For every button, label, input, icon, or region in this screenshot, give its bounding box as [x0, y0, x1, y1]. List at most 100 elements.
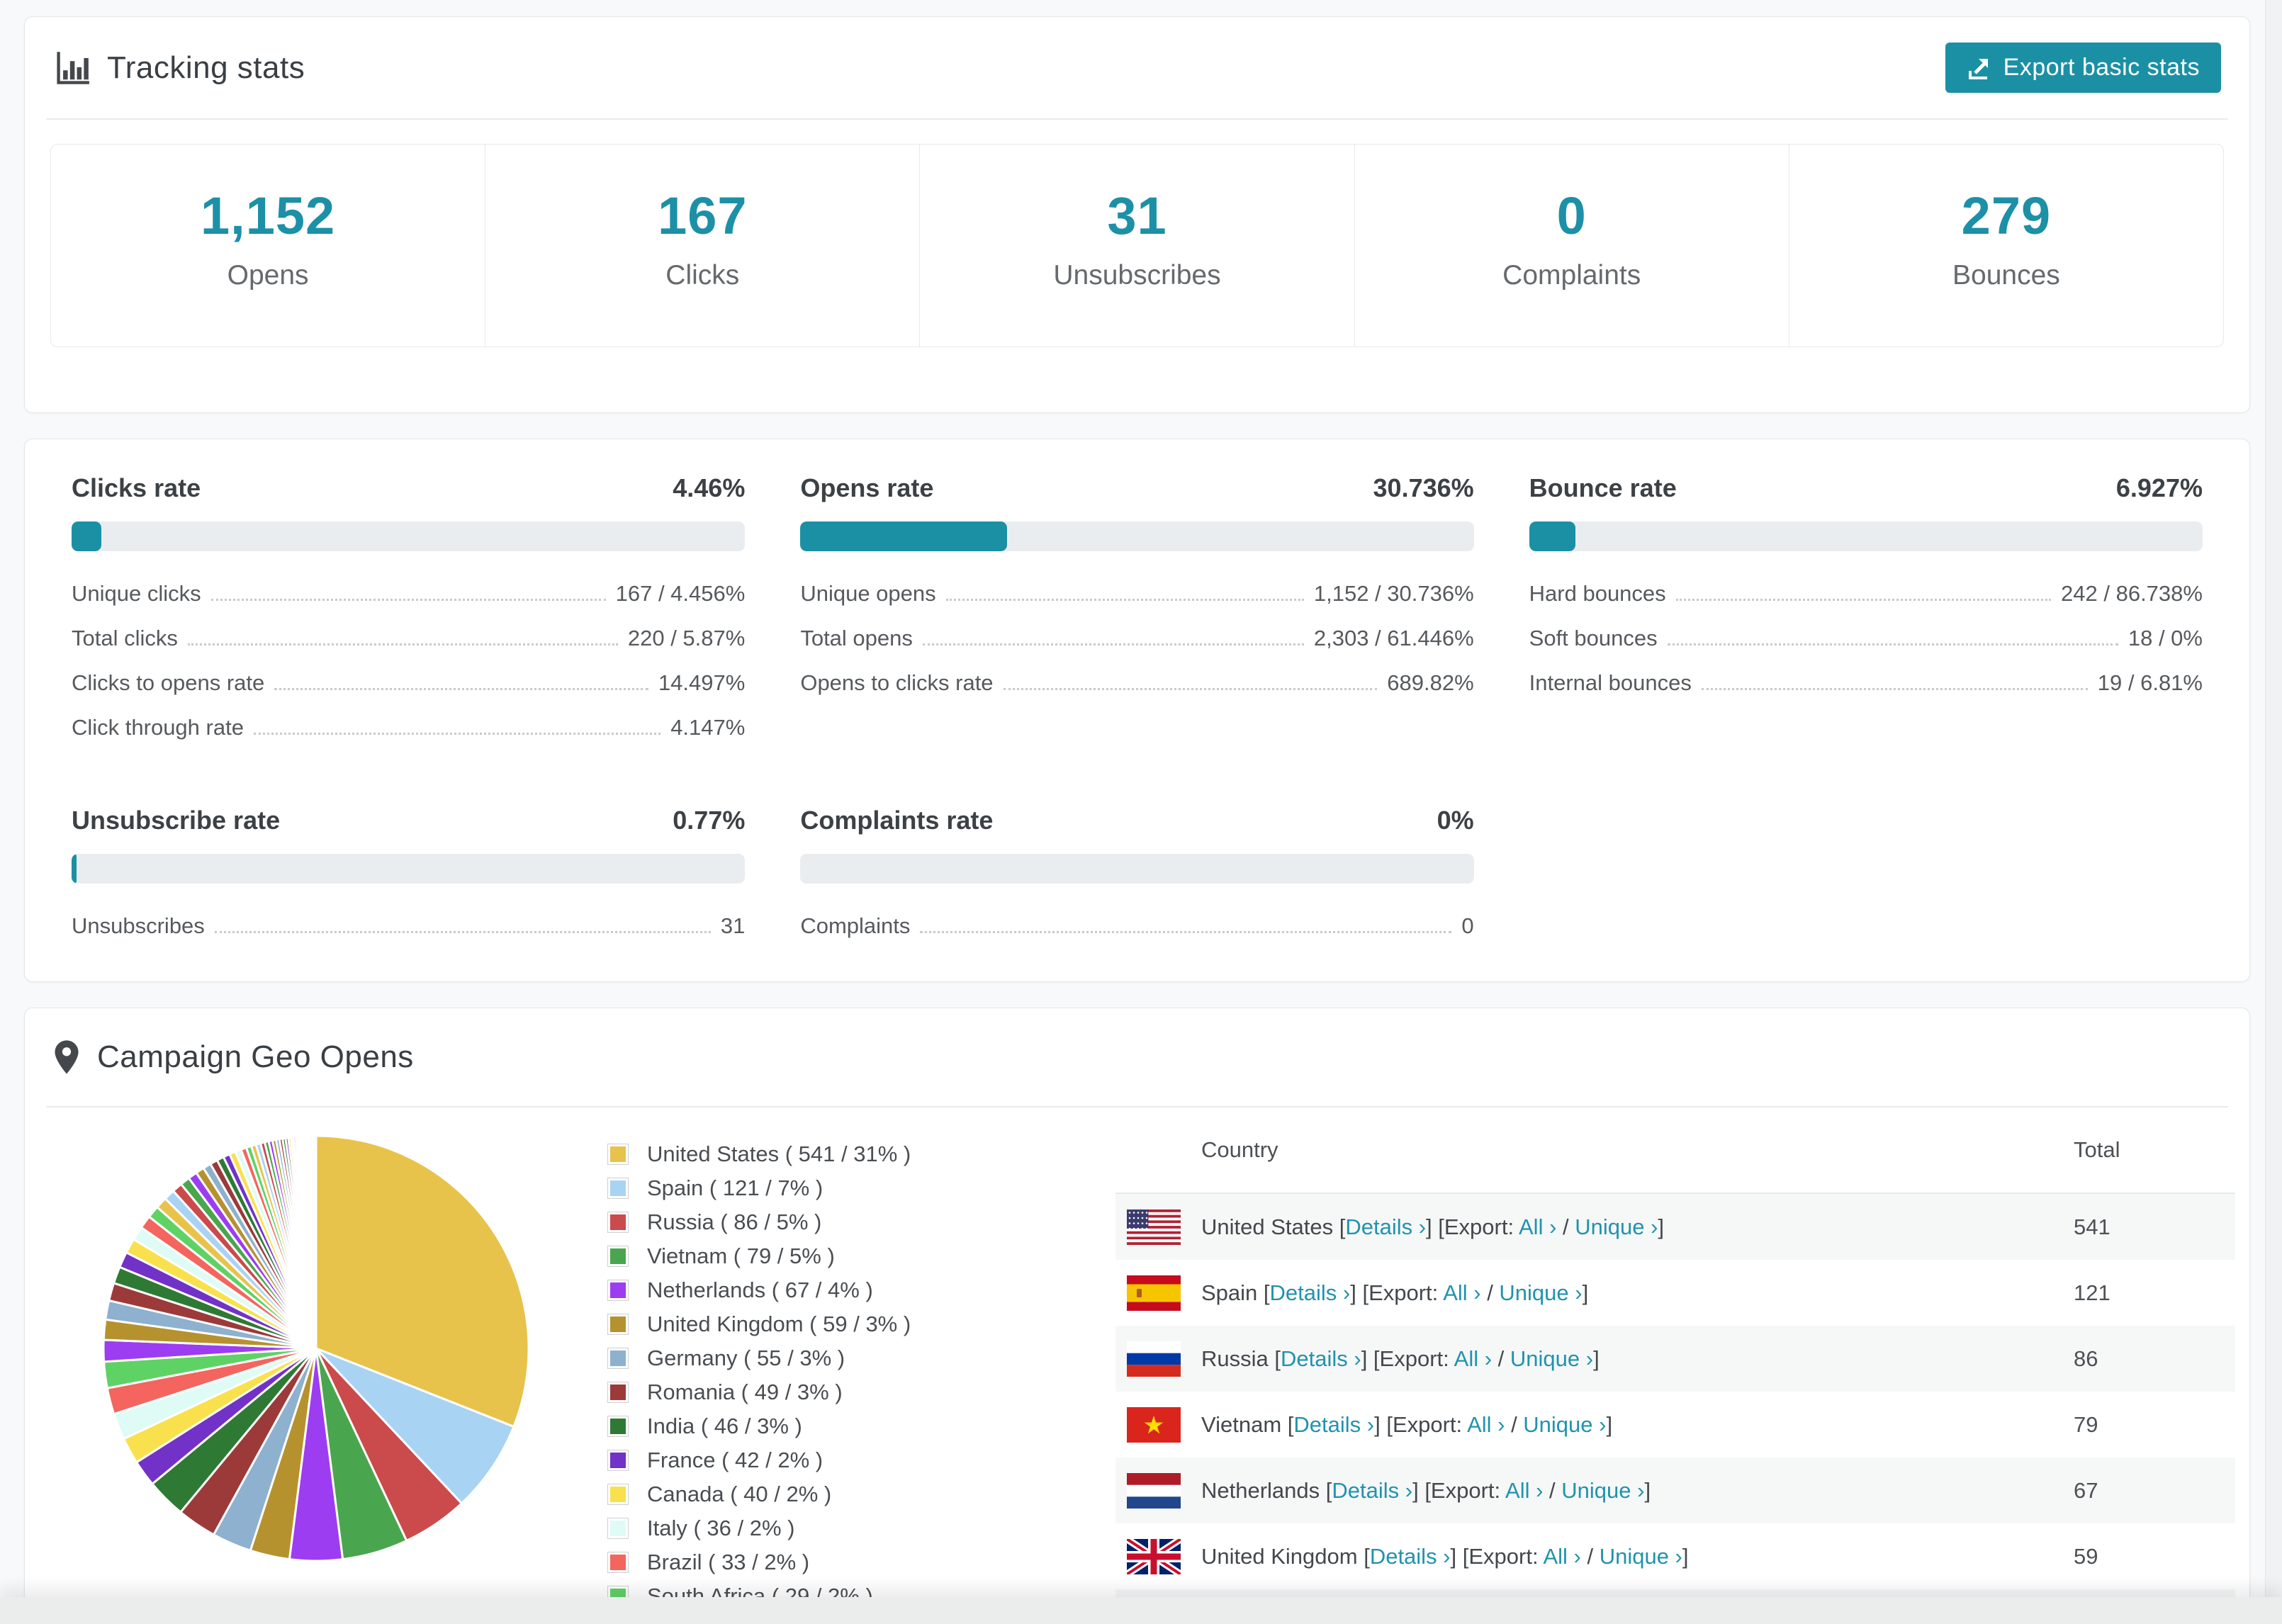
rate-detail-row: Unsubscribes 31: [72, 913, 745, 939]
legend-label: Russia ( 86 / 5% ): [647, 1209, 822, 1235]
rate-rows: Unique clicks 167 / 4.456% Total clicks 220…: [72, 581, 745, 740]
geo-body: United States ( 541 / 31% ) Spain ( 121 /…: [25, 1107, 2249, 1615]
country-cell: Spain [Details ›] [Export: All › / Uniqu…: [1201, 1280, 1589, 1305]
rate-value: 6.927%: [2115, 473, 2203, 503]
export-unique-link[interactable]: Unique ›: [1510, 1346, 1593, 1371]
rate-detail-label: Complaints: [800, 913, 911, 939]
geo-title: Campaign Geo Opens: [97, 1039, 414, 1075]
stat-value: 31: [1107, 186, 1167, 246]
rate-head: Complaints rate 0%: [800, 806, 1473, 835]
details-link[interactable]: Details ›: [1332, 1478, 1412, 1503]
country-cell: United Kingdom [Details ›] [Export: All …: [1201, 1543, 1689, 1569]
rate-value: 0.77%: [673, 806, 746, 835]
rate-detail-value: 1,152 / 30.736%: [1313, 581, 1474, 607]
nl-flag-icon: [1127, 1472, 1181, 1509]
rate-title: Unsubscribe rate: [72, 806, 281, 835]
total-cell: 86: [2074, 1346, 2098, 1371]
rate-progress-track: [800, 854, 1474, 884]
export-all-link[interactable]: All ›: [1543, 1544, 1580, 1569]
geo-header: Campaign Geo Opens: [25, 1008, 2249, 1106]
rate-panel-opens-rate: Opens rate 30.736% Unique opens 1,152 / 30.…: [800, 473, 1474, 740]
rate-title: Clicks rate: [72, 473, 201, 503]
legend-item-brazil: Brazil ( 33 / 2% ): [607, 1550, 1061, 1575]
rate-detail-value: 31: [720, 913, 746, 939]
rate-detail-row: Total opens 2,303 / 61.446%: [800, 626, 1473, 651]
geo-table-row-us: United States [Details ›] [Export: All ›…: [1115, 1194, 2235, 1261]
legend-item-france: France ( 42 / 2% ): [607, 1448, 1061, 1473]
legend-swatch: [607, 1450, 629, 1472]
rate-detail-label: Unsubscribes: [72, 913, 205, 939]
stat-label: Opens: [227, 260, 309, 291]
rate-detail-row: Total clicks 220 / 5.87%: [72, 626, 745, 651]
ru-flag-icon: [1127, 1341, 1181, 1377]
export-all-link[interactable]: All ›: [1443, 1280, 1480, 1305]
total-cell: 59: [2074, 1543, 2098, 1569]
dotted-leader: [274, 688, 648, 691]
vertical-scrollbar[interactable]: [2265, 0, 2282, 1624]
geo-table-row-vn: Vietnam [Details ›] [Export: All › / Uni…: [1115, 1392, 2235, 1457]
rate-detail-value: 19 / 6.81%: [2097, 670, 2203, 696]
export-all-link[interactable]: All ›: [1519, 1214, 1556, 1239]
legend-item-canada: Canada ( 40 / 2% ): [607, 1482, 1061, 1507]
rate-head: Opens rate 30.736%: [800, 473, 1473, 503]
rate-progress-track: [800, 521, 1474, 552]
stat-value: 279: [1961, 186, 2052, 246]
geo-table-header: Country Total: [1115, 1107, 2235, 1192]
details-link[interactable]: Details ›: [1345, 1214, 1426, 1239]
legend-item-vietnam: Vietnam ( 79 / 5% ): [607, 1244, 1061, 1269]
rate-head: Unsubscribe rate 0.77%: [72, 806, 745, 835]
stat-cell-unsubscribes: 31 Unsubscribes: [919, 145, 1354, 347]
export-unique-link[interactable]: Unique ›: [1600, 1544, 1682, 1569]
rate-detail-value: 0: [1461, 913, 1474, 939]
legend-item-germany: Germany ( 55 / 3% ): [607, 1346, 1061, 1371]
geo-pie-chart: [25, 1107, 607, 1568]
stat-cell-opens: 1,152 Opens: [51, 145, 485, 346]
geo-table-row-ru: Russia [Details ›] [Export: All › / Uniq…: [1115, 1326, 2235, 1392]
rates-card: Clicks rate 4.46% Unique clicks 167 / 4.456…: [24, 439, 2250, 983]
export-all-link[interactable]: All ›: [1505, 1478, 1543, 1503]
rate-head: Bounce rate 6.927%: [1529, 473, 2203, 503]
rate-title: Bounce rate: [1529, 473, 1677, 503]
geo-table: Country Total United States [Details ›] …: [1115, 1107, 2235, 1615]
stat-label: Complaints: [1502, 260, 1641, 291]
export-icon: [1967, 54, 1992, 81]
legend-item-italy: Italy ( 36 / 2% ): [607, 1516, 1061, 1541]
stat-label: Bounces: [1952, 260, 2060, 291]
legend-label: Spain ( 121 / 7% ): [647, 1175, 824, 1201]
rate-detail-row: Hard bounces 242 / 86.738%: [1529, 581, 2203, 607]
stat-value: 1,152: [201, 186, 336, 246]
details-link[interactable]: Details ›: [1281, 1346, 1361, 1371]
total-cell: 67: [2074, 1477, 2098, 1503]
rate-detail-label: Total opens: [800, 626, 913, 651]
rate-panel-unsubscribe-rate: Unsubscribe rate 0.77% Unsubscribes 31: [72, 806, 746, 939]
details-link[interactable]: Details ›: [1270, 1280, 1351, 1305]
country-name: Vietnam: [1201, 1411, 1282, 1437]
geo-table-rows: United States [Details ›] [Export: All ›…: [1115, 1194, 2235, 1615]
rate-progress-fill: [72, 521, 102, 552]
total-column-header: Total: [2074, 1137, 2120, 1163]
export-unique-link[interactable]: Unique ›: [1575, 1214, 1658, 1239]
rate-progress-track: [72, 854, 746, 884]
legend-swatch: [607, 1314, 629, 1336]
export-unique-link[interactable]: Unique ›: [1523, 1412, 1606, 1437]
header-divider: [46, 118, 2228, 120]
dotted-leader: [214, 931, 711, 934]
rate-rows: Unique opens 1,152 / 30.736% Total opens 2,…: [800, 581, 1473, 696]
legend-label: Canada ( 40 / 2% ): [647, 1482, 832, 1507]
legend-swatch: [607, 1280, 629, 1302]
legend-swatch: [607, 1518, 629, 1540]
vn-flag-icon: [1127, 1406, 1181, 1443]
details-link[interactable]: Details ›: [1293, 1412, 1374, 1437]
export-unique-link[interactable]: Unique ›: [1561, 1478, 1644, 1503]
export-all-link[interactable]: All ›: [1467, 1412, 1505, 1437]
export-unique-link[interactable]: Unique ›: [1499, 1280, 1582, 1305]
details-link[interactable]: Details ›: [1370, 1544, 1451, 1569]
rate-detail-row: Opens to clicks rate 689.82%: [800, 670, 1473, 696]
bar-chart-icon: [53, 50, 90, 86]
legend-swatch: [607, 1178, 629, 1200]
country-cell: Netherlands [Details ›] [Export: All › /…: [1201, 1477, 1651, 1503]
geo-pie-legend: United States ( 541 / 31% ) Spain ( 121 /…: [607, 1107, 1061, 1609]
export-basic-stats-button[interactable]: Export basic stats: [1945, 43, 2221, 94]
export-all-link[interactable]: All ›: [1454, 1346, 1492, 1371]
rate-detail-value: 242 / 86.738%: [2061, 581, 2203, 607]
